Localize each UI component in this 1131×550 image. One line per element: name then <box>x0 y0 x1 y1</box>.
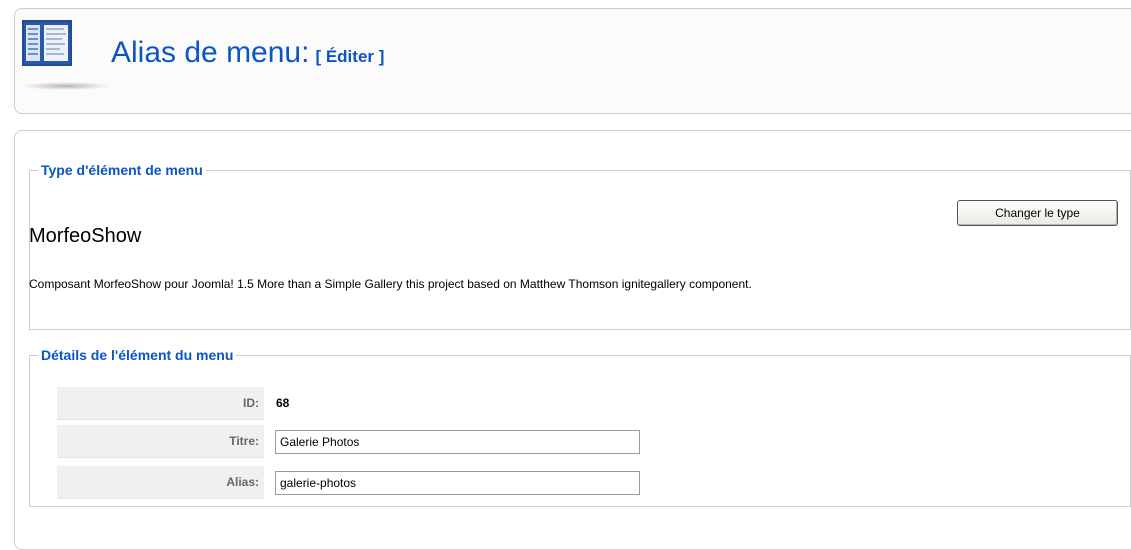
menu-item-type-legend: Type d'élément de menu <box>41 162 203 178</box>
menu-item-details-legend: Détails de l'élément du menu <box>41 347 234 363</box>
change-type-button[interactable]: Changer le type <box>957 200 1118 226</box>
alias-label: Alias: <box>57 466 264 499</box>
title-input[interactable] <box>275 430 640 454</box>
menu-manager-icon <box>22 20 72 66</box>
id-value: 68 <box>276 396 290 410</box>
detail-row-alias: Alias: <box>57 466 1117 499</box>
page-title: Alias de menu: [ Éditer ] <box>111 36 384 70</box>
icon-shadow <box>22 82 110 90</box>
detail-row-id: ID: 68 <box>57 387 1117 420</box>
menu-type-description: Composant MorfeoShow pour Joomla! 1.5 Mo… <box>29 277 752 291</box>
id-label: ID: <box>57 387 264 420</box>
page-subtitle: [ Éditer ] <box>315 47 385 66</box>
menu-type-name: MorfeoShow <box>29 225 142 247</box>
title-label: Titre: <box>57 425 264 458</box>
menu-item-type-fieldset: Type d'élément de menu <box>29 162 1131 330</box>
alias-input[interactable] <box>275 471 640 495</box>
detail-row-title: Titre: <box>57 425 1117 458</box>
page-title-text: Alias de menu: <box>111 36 310 69</box>
